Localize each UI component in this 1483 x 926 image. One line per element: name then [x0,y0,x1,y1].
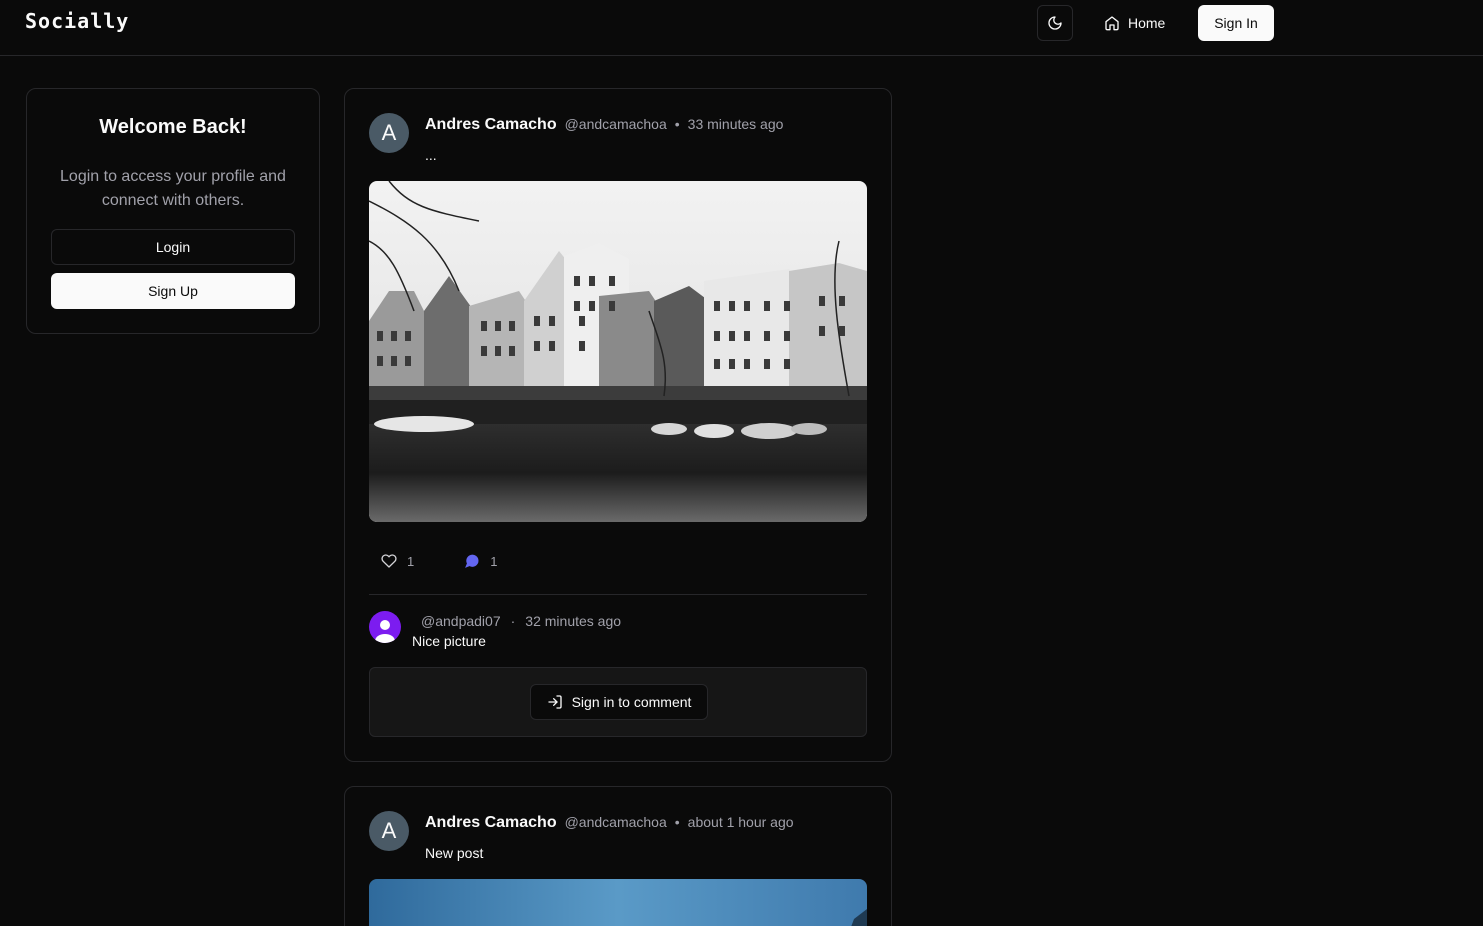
commenter-handle[interactable]: @andpadi07 [421,613,501,629]
sign-in-button[interactable]: Sign In [1198,5,1274,41]
comment-button[interactable]: 1 [452,547,509,575]
post-actions: 1 1 [369,547,509,575]
sign-up-button[interactable]: Sign Up [51,273,295,309]
post-timestamp: about 1 hour ago [687,814,794,830]
welcome-description: Login to access your profile and connect… [60,168,286,209]
post-timestamp: 33 minutes ago [687,116,784,132]
login-button[interactable]: Login [51,229,295,265]
home-nav-link[interactable]: Home [1090,5,1179,41]
post-image[interactable] [369,181,867,522]
post-content: ... [425,147,437,163]
lake-photo [369,879,867,926]
commenter-avatar[interactable] [369,611,401,643]
post-content: New post [425,845,484,861]
post-card: A Andres Camacho @andcamachoa • about 1 … [344,786,892,926]
theme-toggle-button[interactable] [1037,5,1073,41]
app-logo[interactable]: Socially [25,9,129,33]
welcome-title: Welcome Back! [99,116,247,138]
author-handle[interactable]: @andcamachoa [565,116,667,132]
post-card: A Andres Camacho @andcamachoa • 33 minut… [344,88,892,762]
separator-dot: • [674,814,680,830]
sign-in-to-comment-button[interactable]: Sign in to comment [530,684,708,720]
like-button[interactable]: 1 [369,547,426,575]
comment-icon [465,554,479,568]
comment-timestamp: 32 minutes ago [525,613,622,629]
author-avatar[interactable]: A [369,113,409,153]
post-header: Andres Camacho @andcamachoa • about 1 ho… [425,814,794,832]
author-handle[interactable]: @andcamachoa [565,814,667,830]
comment-text: Nice picture [412,633,486,649]
moon-icon [1048,16,1062,30]
home-icon [1105,16,1119,31]
separator-dot: · [510,613,516,629]
post-header: Andres Camacho @andcamachoa • 33 minutes… [425,116,783,134]
sign-in-to-comment-label: Sign in to comment [571,694,692,710]
author-name[interactable]: Andres Camacho [425,814,557,832]
post-image[interactable] [369,879,867,926]
welcome-card: Welcome Back! Login to access your profi… [26,88,320,334]
canal-photo [369,181,867,522]
comment-count: 1 [490,553,498,569]
login-icon [547,695,562,709]
separator-dot: • [674,116,680,132]
user-icon [375,620,395,643]
comment-signin-box: Sign in to comment [369,667,867,737]
home-label: Home [1128,15,1166,31]
top-navbar: Socially Home Sign In [0,0,1483,56]
like-count: 1 [407,553,415,569]
comment-meta: @andpadi07 · 32 minutes ago [421,613,621,629]
author-avatar[interactable]: A [369,811,409,851]
heart-icon [381,554,397,568]
divider [369,594,867,595]
author-name[interactable]: Andres Camacho [425,116,557,134]
